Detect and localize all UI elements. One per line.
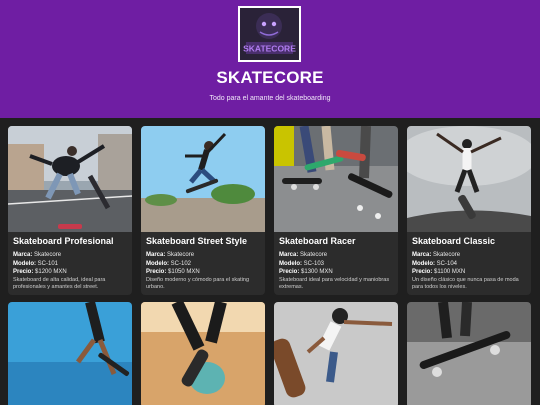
product-card[interactable] xyxy=(8,302,132,405)
product-card[interactable] xyxy=(407,302,531,405)
product-brand: Skatecore xyxy=(300,252,328,258)
brand-label: Marca: xyxy=(412,252,432,258)
product-card[interactable]: Skateboard Profesional Marca: Skatecore … xyxy=(8,126,132,295)
brand-label: Marca: xyxy=(279,252,299,258)
product-photo xyxy=(407,126,531,232)
site-header: SKATECORE SKATECORE Todo para el amante … xyxy=(0,0,540,118)
price-label: Precio: xyxy=(412,269,433,275)
brand-label: Marca: xyxy=(146,252,166,258)
product-photo xyxy=(407,302,531,405)
product-card[interactable]: Skateboard Racer Marca: Skatecore Modelo… xyxy=(274,126,398,295)
product-photo xyxy=(141,302,265,405)
product-card[interactable] xyxy=(274,302,398,405)
product-photo xyxy=(8,302,132,405)
model-label: Modelo: xyxy=(412,260,435,267)
product-description: Diseño moderno y cómodo para el skating … xyxy=(146,277,250,290)
product-photo xyxy=(141,126,265,232)
product-model: SC-102 xyxy=(170,260,192,267)
product-photo xyxy=(8,126,132,232)
logo-text: SKATECORE xyxy=(243,44,296,54)
model-label: Modelo: xyxy=(279,260,302,267)
site-title: SKATECORE xyxy=(216,68,324,87)
product-description: Un diseño clásico que nunca pasa de moda… xyxy=(412,277,519,290)
product-model: SC-101 xyxy=(37,260,59,267)
model-label: Modelo: xyxy=(146,260,169,267)
product-price: $1050 MXN xyxy=(168,269,200,275)
product-price: $1200 MXN xyxy=(35,269,67,275)
product-brand: Skatecore xyxy=(34,252,62,258)
product-price: $1300 MXN xyxy=(301,269,333,275)
product-name: Skateboard Street Style xyxy=(146,236,248,246)
product-name: Skateboard Racer xyxy=(279,236,356,246)
price-label: Precio: xyxy=(146,269,167,275)
product-card[interactable] xyxy=(141,302,265,405)
product-photo xyxy=(274,302,398,405)
product-name: Skateboard Profesional xyxy=(13,236,114,246)
product-model: SC-104 xyxy=(436,260,458,267)
skatecore-logo[interactable]: SKATECORE xyxy=(238,6,301,62)
product-description: Skateboard ideal para velocidad y maniob… xyxy=(279,277,390,290)
product-price: $1100 MXN xyxy=(434,269,466,275)
product-brand: Skatecore xyxy=(167,252,195,258)
product-description: Skateboard de alta calidad, ideal para p… xyxy=(13,277,106,290)
product-photo xyxy=(274,126,398,232)
product-card[interactable]: Skateboard Classic Marca: Skatecore Mode… xyxy=(407,126,531,295)
product-model: SC-103 xyxy=(303,260,325,267)
product-card[interactable]: Skateboard Street Style Marca: Skatecore… xyxy=(141,126,265,295)
model-label: Modelo: xyxy=(13,260,36,267)
product-brand: Skatecore xyxy=(433,252,461,258)
brand-label: Marca: xyxy=(13,252,33,258)
price-label: Precio: xyxy=(279,269,300,275)
site-tagline: Todo para el amante del skateboarding xyxy=(209,95,331,102)
price-label: Precio: xyxy=(13,269,34,275)
product-name: Skateboard Classic xyxy=(412,236,496,246)
